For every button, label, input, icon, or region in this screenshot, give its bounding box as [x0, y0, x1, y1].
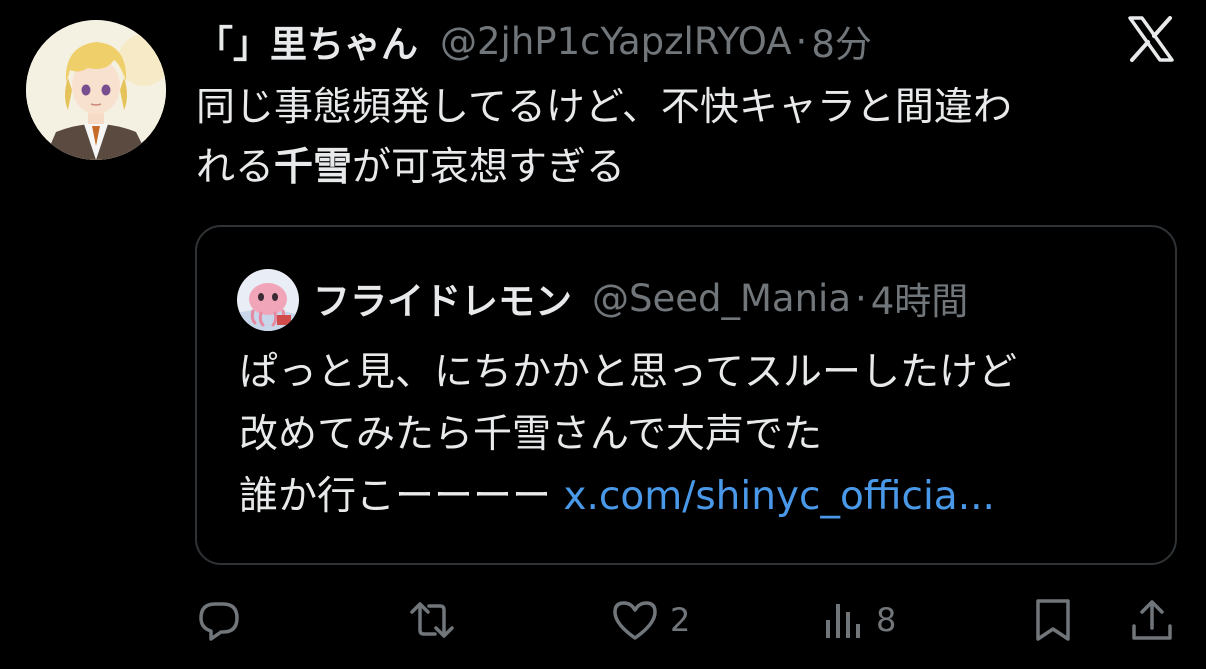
quoted-text-segment: 誰か行こーーーー [239, 474, 552, 519]
views-icon [826, 604, 860, 638]
reply-icon [199, 602, 239, 641]
quoted-author-handle[interactable]: @Seed_Mania [592, 277, 851, 320]
quoted-tweet-timestamp[interactable]: 4時間 [871, 271, 969, 325]
author-handle[interactable]: @2jhP1cYapzlRYOA [440, 20, 792, 63]
author-avatar-image [26, 20, 166, 160]
repost-button[interactable] [408, 590, 456, 650]
tweet-text-line: 同じ事態頻発してるけど、不快キャラと間違わ [196, 85, 1012, 130]
share-icon [1132, 600, 1172, 640]
quoted-text-line: 誰か行こーーーー x.com/shinyc_officia... [239, 466, 1159, 528]
quoted-text-line: 改めてみたら千雪さんで大声でた [239, 412, 823, 457]
tweet-text: 同じ事態頻発してるけど、不快キャラと間違わ れる千雪が可哀想すぎる [196, 78, 1156, 198]
header-separator: · [795, 19, 808, 63]
views-button[interactable]: 8 [822, 590, 896, 650]
quoted-tweet-header: フライドレモン @Seed_Mania · 4時間 [313, 271, 969, 325]
tweet-text-bold-segment: 千雪 [274, 145, 353, 190]
like-icon [613, 601, 657, 640]
views-count: 8 [876, 601, 897, 639]
share-button[interactable] [1128, 590, 1176, 650]
tweet-header: 「」里ちゃん @2jhP1cYapzlRYOA · 8分 [196, 14, 872, 68]
quoted-header-separator: · [855, 276, 867, 320]
like-count: 2 [670, 601, 691, 639]
tweet-text-line: れる千雪が可哀想すぎる [196, 138, 1156, 198]
x-logo-icon [1126, 14, 1176, 64]
bookmark-button[interactable] [1030, 590, 1076, 650]
tweet-action-bar: 2 8 [0, 590, 1206, 650]
tweet-text-segment: が可哀想すぎる [352, 145, 626, 190]
quoted-author-avatar-image [237, 269, 299, 331]
repost-icon [410, 602, 454, 638]
bookmark-icon [1036, 599, 1070, 641]
quoted-author-display-name[interactable]: フライドレモン [313, 271, 572, 325]
tweet-text-segment: れる [196, 145, 275, 190]
reply-button[interactable] [195, 590, 243, 650]
like-button[interactable]: 2 [610, 590, 690, 650]
quoted-text-line: ぱっと見、にちかかと思ってスルーしたけど [239, 350, 1018, 395]
quoted-tweet-text: ぱっと見、にちかかと思ってスルーしたけど 改めてみたら千雪さんで大声でた 誰か行… [239, 342, 1159, 528]
author-display-name[interactable]: 「」里ちゃん [196, 14, 418, 68]
author-avatar[interactable] [26, 20, 166, 160]
quoted-tweet-link[interactable]: x.com/shinyc_officia... [563, 474, 994, 519]
quoted-tweet-card[interactable]: フライドレモン @Seed_Mania · 4時間 ぱっと見、にちかかと思ってス… [195, 225, 1177, 565]
quoted-author-avatar[interactable] [237, 269, 299, 331]
tweet-timestamp[interactable]: 8分 [811, 14, 872, 68]
